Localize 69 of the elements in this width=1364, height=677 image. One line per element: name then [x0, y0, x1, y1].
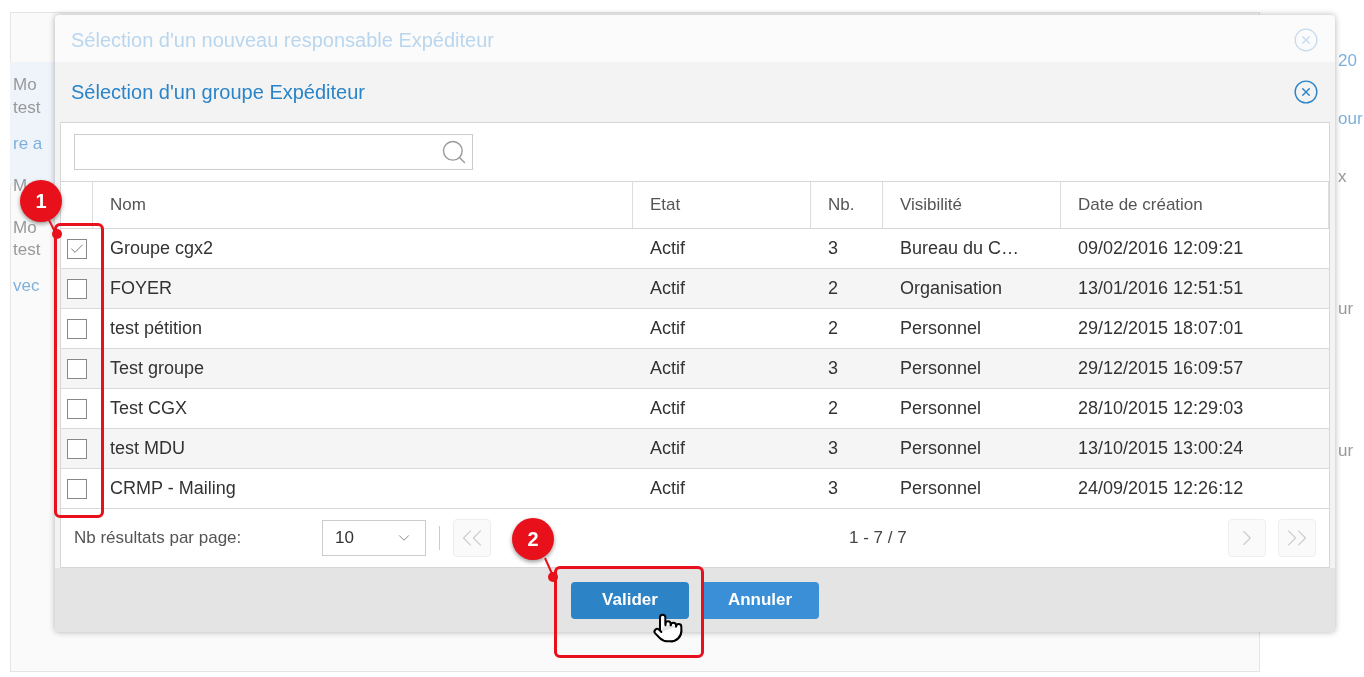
table-cell-text: 09/02/2016 12:09:21: [1078, 237, 1244, 260]
table-cell-text: 3: [828, 437, 838, 460]
search-field[interactable]: [74, 134, 473, 170]
table-cell-text: test pétition: [110, 317, 203, 340]
table-cell-text: Actif: [650, 237, 685, 260]
table-cell-text: Personnel: [900, 317, 982, 340]
table-cell-text: Actif: [650, 437, 685, 460]
table-cell-text: 24/09/2015 12:26:12: [1078, 477, 1244, 500]
row-checkbox[interactable]: [67, 358, 87, 379]
row-checkbox[interactable]: [67, 438, 87, 459]
table-cell-text: 28/10/2015 12:29:03: [1078, 397, 1244, 420]
table-cell-text: 29/12/2015 16:09:57: [1078, 357, 1244, 380]
table-cell-text: Personnel: [900, 397, 982, 420]
background-text: ur: [1338, 298, 1354, 320]
table-cell-text: 3: [828, 357, 838, 380]
table-cell-text: 13/10/2015 13:00:24: [1078, 437, 1244, 460]
background-text: x: [1338, 166, 1347, 188]
leader-line: [44, 216, 64, 240]
page-size-select[interactable]: 10: [322, 520, 426, 556]
background-text: re a: [13, 133, 43, 155]
hand-cursor-icon: [652, 612, 684, 644]
table-cell-text: Organisation: [900, 277, 1003, 300]
table-cell-text: CRMP - Mailing: [110, 477, 236, 500]
background-text: Mo: [13, 74, 37, 96]
column-header[interactable]: Visibilité: [900, 192, 963, 218]
page-range: 1 - 7 / 7: [849, 527, 907, 550]
table-cell-text: Personnel: [900, 477, 982, 500]
table-cell-text: Personnel: [900, 437, 982, 460]
validate-button[interactable]: Valider: [571, 581, 689, 619]
page-size-label: Nb résultats par page:: [74, 527, 243, 550]
background-text: test: [13, 97, 41, 119]
table-cell-text: Actif: [650, 317, 685, 340]
table-cell-text: Actif: [650, 397, 685, 420]
close-icon[interactable]: [1293, 79, 1319, 105]
row-checkbox[interactable]: [67, 318, 87, 339]
table-cell-text: Groupe cgx2: [110, 237, 214, 260]
table-cell-text: 3: [828, 477, 838, 500]
table-cell-text: 3: [828, 237, 838, 260]
table-cell-text: Bureau du C…: [900, 237, 1020, 260]
table-cell-text: 29/12/2015 18:07:01: [1078, 317, 1244, 340]
search-icon: [440, 138, 468, 166]
row-checkbox[interactable]: [67, 478, 87, 499]
dialog-title: Sélection d'un nouveau responsable Expéditeur: [71, 28, 494, 53]
table-cell-text: 2: [828, 397, 838, 420]
column-header[interactable]: Date de création: [1078, 192, 1203, 218]
background-text: test: [13, 239, 41, 261]
table-cell-text: Actif: [650, 277, 685, 300]
row-checkbox[interactable]: [67, 398, 87, 419]
table-cell-text: Test CGX: [110, 397, 188, 420]
background-text: 20: [1338, 50, 1357, 72]
table-cell-text: test MDU: [110, 437, 185, 460]
row-checkbox[interactable]: [67, 278, 87, 299]
leader-line: [541, 556, 561, 584]
dialog-title: Sélection d'un groupe Expéditeur: [71, 80, 366, 105]
table-cell-text: 2: [828, 277, 838, 300]
table-cell-text: 2: [828, 317, 838, 340]
table-cell-text: FOYER: [110, 277, 172, 300]
background-text: ur: [1338, 440, 1354, 462]
table-cell-text: Actif: [650, 477, 685, 500]
background-text: our: [1338, 108, 1363, 130]
row-checkbox[interactable]: [67, 238, 87, 259]
column-header[interactable]: Nb.: [828, 192, 855, 218]
column-header[interactable]: Nom: [110, 192, 146, 218]
column-header[interactable]: Etat: [650, 192, 681, 218]
table-cell-text: Actif: [650, 357, 685, 380]
table-cell-text: Test groupe: [110, 357, 205, 380]
background-text: vec: [13, 275, 40, 297]
table-cell-text: Personnel: [900, 357, 982, 380]
table-cell-text: 13/01/2016 12:51:51: [1078, 277, 1244, 300]
